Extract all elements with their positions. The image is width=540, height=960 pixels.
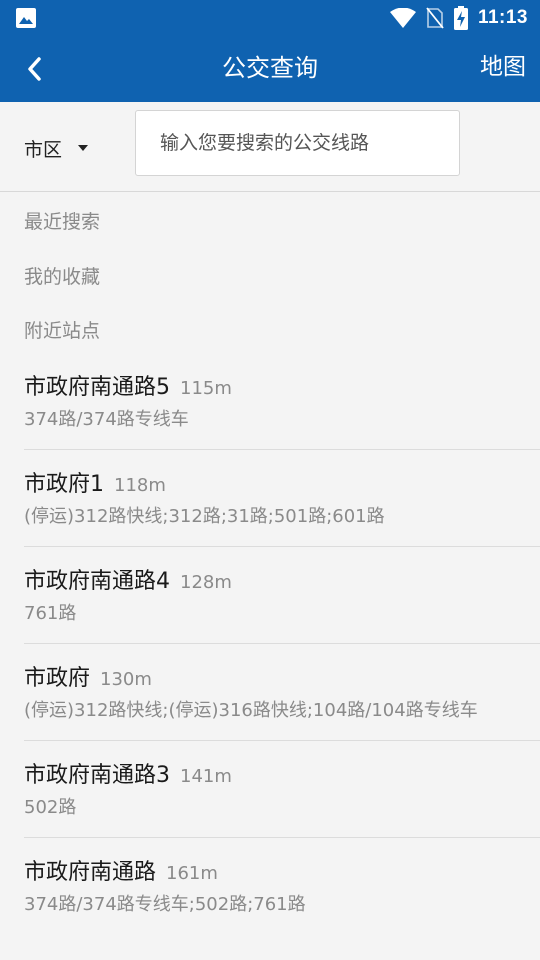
no-sim-icon: [426, 7, 444, 29]
station-routes: 374路/374路专线车: [24, 409, 189, 430]
page-title: 公交查询: [222, 54, 318, 82]
status-bar: 11:13: [0, 0, 540, 36]
gallery-icon: [16, 8, 36, 28]
list-item[interactable]: 市政府南通路 161m 374路/374路专线车;502路;761路: [0, 838, 540, 935]
station-distance: 130m: [100, 669, 152, 690]
section-nearby-stations: 附近站点: [24, 320, 101, 342]
chevron-left-icon: [28, 57, 41, 81]
wifi-icon: [389, 8, 416, 28]
battery-charging-icon: [453, 6, 468, 30]
station-routes: (停运)312路快线;(停运)316路快线;104路/104路专线车: [24, 700, 478, 721]
station-distance: 118m: [114, 475, 166, 496]
station-name: 市政府南通路5: [24, 375, 170, 400]
app-screen: 11:13 公交查询 地图 市区 最近搜索 我的收藏 附近站点 市政府南通路5 1…: [0, 0, 540, 960]
list-item[interactable]: 市政府南通路3 141m 502路: [0, 741, 540, 838]
station-name: 市政府南通路: [24, 860, 157, 885]
app-bar: 公交查询 地图: [0, 36, 540, 102]
station-distance: 141m: [180, 766, 232, 787]
search-row: 市区: [0, 102, 540, 192]
station-routes: 761路: [24, 603, 77, 624]
list-item[interactable]: 市政府南通路5 115m 374路/374路专线车: [0, 353, 540, 450]
station-name: 市政府南通路3: [24, 763, 170, 788]
station-distance: 115m: [180, 378, 232, 399]
list-item[interactable]: 市政府南通路4 128m 761路: [0, 547, 540, 644]
map-button[interactable]: 地图: [480, 36, 526, 98]
nearby-station-list: 市政府南通路5 115m 374路/374路专线车 市政府1 118m (停运)31…: [0, 353, 540, 935]
station-name: 市政府1: [24, 472, 104, 497]
station-name: 市政府: [24, 666, 91, 691]
station-distance: 128m: [180, 572, 232, 593]
section-favorites[interactable]: 我的收藏: [24, 262, 100, 289]
status-time: 11:13: [477, 7, 528, 28]
back-button[interactable]: [14, 51, 54, 87]
station-routes: 374路/374路专线车;502路;761路: [24, 894, 306, 915]
station-routes: (停运)312路快线;312路;31路;501路;601路: [24, 506, 385, 527]
section-recent-searches[interactable]: 最近搜索: [24, 207, 100, 234]
list-item[interactable]: 市政府 130m (停运)312路快线;(停运)316路快线;104路/104路专…: [0, 644, 540, 741]
city-dropdown-label: 市区: [24, 138, 63, 161]
list-item[interactable]: 市政府1 118m (停运)312路快线;312路;31路;501路;601路: [0, 450, 540, 547]
search-input[interactable]: [135, 110, 460, 176]
station-distance: 161m: [166, 863, 218, 884]
station-name: 市政府南通路4: [24, 569, 170, 594]
caret-down-icon: [78, 145, 89, 151]
station-routes: 502路: [24, 797, 77, 818]
city-dropdown[interactable]: 市区: [24, 128, 89, 168]
status-icons: 11:13: [380, 6, 528, 30]
